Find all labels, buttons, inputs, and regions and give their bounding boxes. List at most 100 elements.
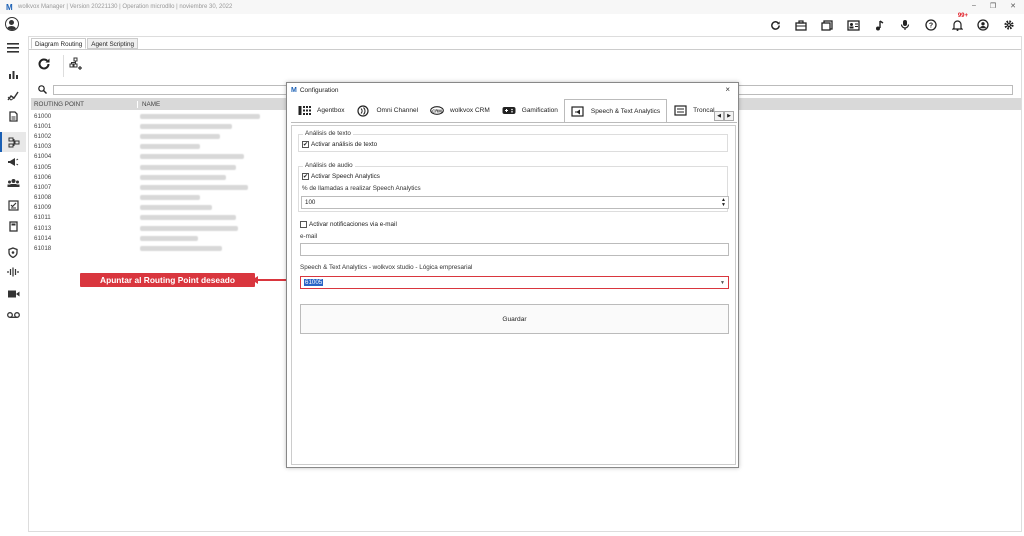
tab-label: Speech & Text Analytics	[590, 107, 661, 115]
text-analysis-checkbox[interactable]: ✔	[302, 141, 309, 148]
checklist-icon[interactable]	[0, 195, 26, 215]
stepper-arrows-icon[interactable]: ▲ ▼	[721, 198, 726, 208]
document-icon[interactable]	[0, 106, 26, 126]
column-name[interactable]: NAME	[138, 101, 160, 108]
name-cell-redacted	[140, 174, 226, 180]
table-row[interactable]: 61004	[34, 152, 260, 162]
configuration-dialog: M Configuration × Agentbox Omni Channel …	[286, 82, 739, 468]
tab-label: wolkvox CRM	[450, 107, 490, 114]
percent-stepper[interactable]: 100 ▲ ▼	[301, 196, 729, 209]
add-diagram-icon[interactable]	[69, 57, 83, 73]
user-icon[interactable]	[974, 17, 992, 33]
trend-icon[interactable]	[0, 86, 26, 106]
notification-badge: 99+	[957, 13, 968, 19]
music-icon[interactable]	[870, 17, 888, 33]
routing-point-cell: 61011	[34, 214, 51, 222]
team-icon[interactable]	[0, 173, 26, 193]
tab-speech-text-analytics[interactable]: Speech & Text Analytics	[563, 99, 668, 122]
video-icon[interactable]	[0, 284, 26, 304]
bell-icon[interactable]: 99+	[948, 13, 968, 33]
microphone-icon[interactable]	[896, 17, 914, 33]
speech-icon	[571, 105, 585, 117]
name-cell-redacted	[140, 144, 200, 150]
tab-label: Gamification	[521, 107, 558, 114]
tab-agentbox[interactable]: Agentbox	[291, 99, 350, 122]
briefcase-icon[interactable]	[792, 17, 810, 33]
tab-wolkvox-crm[interactable]: CRM wolkvox CRM	[424, 99, 496, 122]
contact-card-icon[interactable]	[844, 17, 862, 33]
routing-point-selected: 61005	[304, 279, 324, 286]
studio-label: Speech & Text Analytics - wolkvox studio…	[300, 264, 473, 271]
megaphone-icon[interactable]	[0, 152, 26, 172]
gear-icon[interactable]	[1000, 17, 1018, 33]
tab-scroll-left-icon[interactable]: ◀	[714, 111, 724, 121]
tab-agent-scripting[interactable]: Agent Scripting	[87, 38, 138, 49]
tab-scroll-right-icon[interactable]: ▶	[724, 111, 734, 121]
table-row[interactable]: 61008	[34, 193, 260, 203]
table-row[interactable]: 61007	[34, 182, 260, 192]
routing-list: 61000 61001 61002 61003 61004 61005 61006 61007…	[34, 111, 260, 254]
close-window-button[interactable]: ✕	[1010, 2, 1016, 10]
tab-label: Troncal	[693, 107, 715, 114]
table-row[interactable]: 61006	[34, 172, 260, 182]
shield-icon[interactable]	[0, 242, 26, 262]
tab-troncal[interactable]: Troncal	[667, 99, 720, 122]
table-row[interactable]: 61013	[34, 223, 260, 233]
tab-omni-channel[interactable]: Omni Channel	[350, 99, 424, 122]
table-row[interactable]: 61018	[34, 243, 260, 253]
chevron-down-icon[interactable]: ▼	[720, 280, 725, 286]
table-row[interactable]: 61002	[34, 131, 260, 141]
table-row[interactable]: 61005	[34, 162, 260, 172]
routing-point-cell: 61009	[34, 204, 52, 212]
close-icon[interactable]: ×	[725, 85, 730, 94]
svg-text:?: ?	[929, 23, 933, 30]
tab-gamification[interactable]: Gamification	[496, 99, 564, 122]
routing-point-select[interactable]: 61005 ▼	[300, 276, 729, 289]
help-icon[interactable]: ?	[922, 17, 940, 33]
restore-button[interactable]: ❐	[990, 2, 996, 10]
save-button[interactable]: Guardar	[300, 304, 729, 334]
refresh-icon[interactable]	[766, 17, 784, 33]
calculator-icon[interactable]	[0, 216, 26, 236]
bar-chart-icon[interactable]	[0, 64, 26, 84]
email-field[interactable]	[300, 243, 729, 256]
column-routing-point[interactable]: ROUTING POINT	[31, 100, 138, 108]
voicemail-icon[interactable]	[0, 305, 26, 325]
email-notifications-label: Activar notificaciones via e-mail	[309, 221, 397, 228]
table-row[interactable]: 61014	[34, 233, 260, 243]
table-row[interactable]: 61009	[34, 203, 260, 213]
app-logo: M	[6, 2, 13, 12]
title-bar: M wolkvox Manager | Version 20221130 | O…	[0, 0, 1024, 14]
tab-label: Omni Channel	[376, 107, 419, 114]
table-row[interactable]: 61001	[34, 121, 260, 131]
reload-icon[interactable]	[37, 57, 51, 73]
name-cell-redacted	[140, 113, 260, 119]
text-analysis-group: Análisis de texto ✔ Activar análisis de …	[298, 130, 728, 152]
speech-analytics-checkbox[interactable]: ✔	[302, 173, 309, 180]
minimize-button[interactable]: –	[972, 2, 976, 10]
menu-icon[interactable]	[0, 38, 26, 58]
window-controls: – ❐ ✕	[972, 2, 1016, 10]
routing-point-cell: 61004	[34, 153, 52, 161]
audio-analysis-legend: Análisis de audio	[303, 162, 355, 169]
table-row[interactable]: 61000	[34, 111, 260, 121]
table-row[interactable]: 61003	[34, 142, 260, 152]
name-cell-redacted	[140, 215, 236, 221]
routing-icon[interactable]	[0, 132, 26, 152]
tab-diagram-routing[interactable]: Diagram Routing	[31, 38, 87, 49]
trunk-icon	[673, 105, 687, 117]
routing-point-cell: 61018	[34, 245, 52, 253]
book-icon[interactable]	[818, 17, 836, 33]
top-toolbar: ? 99+	[0, 13, 1024, 36]
tab-label: Agentbox	[317, 107, 345, 114]
routing-point-cell: 61007	[34, 183, 52, 191]
email-notifications-checkbox[interactable]	[300, 221, 307, 228]
phone-grid-icon	[297, 105, 311, 117]
waveform-icon[interactable]	[0, 262, 26, 282]
table-row[interactable]: 61011	[34, 213, 260, 223]
annotation-callout: Apuntar al Routing Point deseado	[80, 273, 255, 287]
main-tabs: Diagram Routing Agent Scripting	[31, 38, 139, 49]
routing-point-cell: 61014	[34, 234, 52, 242]
user-avatar-icon[interactable]	[5, 17, 19, 31]
search-icon	[38, 85, 47, 96]
